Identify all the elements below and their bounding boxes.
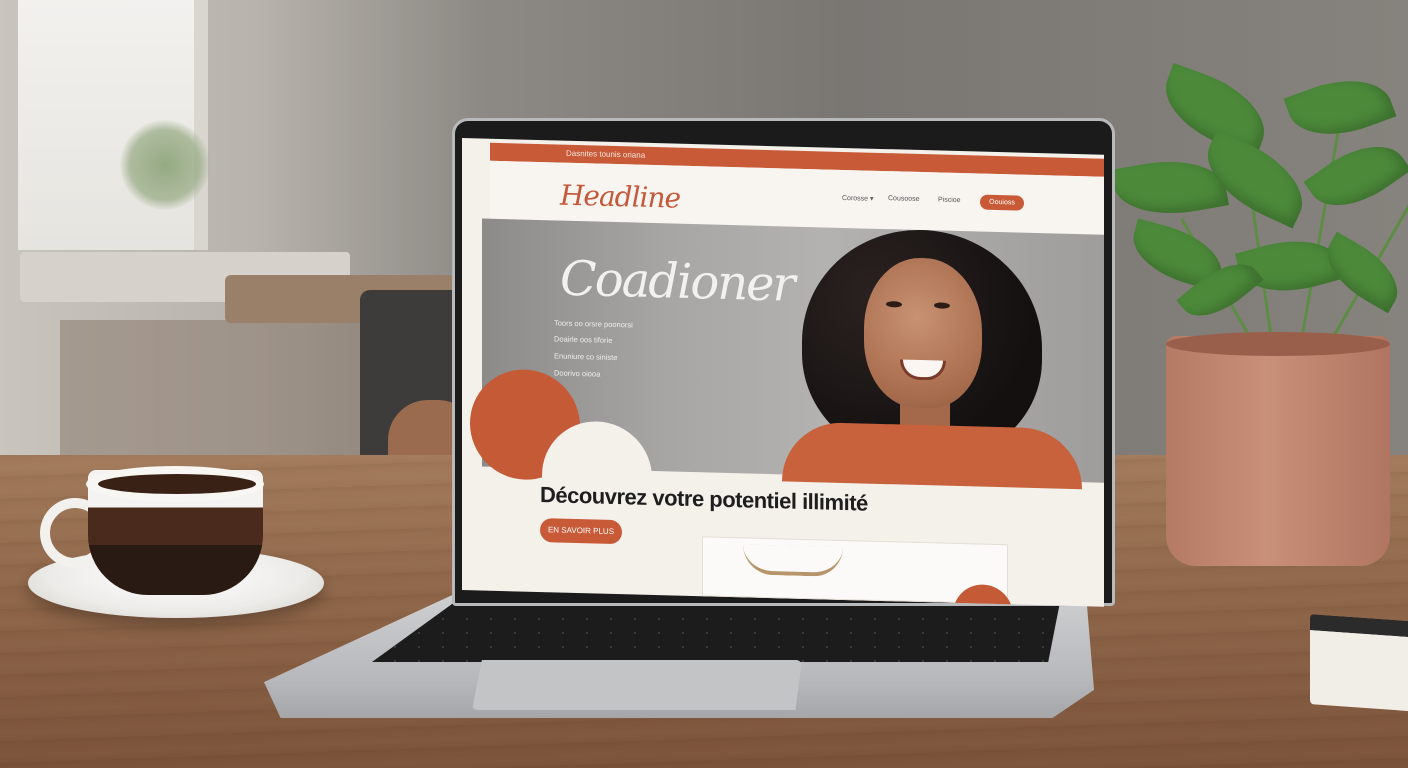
background-cabinet xyxy=(60,320,360,460)
nav-item-1[interactable]: Corosse ▾ xyxy=(842,194,874,203)
nav-item-3[interactable]: Piscioe xyxy=(938,196,961,204)
content-thumbnail[interactable] xyxy=(702,536,1013,607)
laptop-screen: Dasnites tounis oriana Headline Corosse … xyxy=(462,138,1104,607)
site-logo[interactable]: Headline xyxy=(560,179,680,215)
portrait-face xyxy=(864,256,982,410)
coach-portrait xyxy=(782,226,1082,490)
nav-cta-button[interactable]: Oouioss xyxy=(980,194,1024,211)
hero-link-4[interactable]: Doorivo oiooa xyxy=(554,368,600,378)
plant-pot-rim xyxy=(1166,332,1390,356)
learn-more-button[interactable]: EN SAVOIR PLUS xyxy=(540,518,622,545)
portrait-eye-right xyxy=(934,302,950,309)
nav-item-2[interactable]: Cousoose xyxy=(888,195,920,203)
plant-pot xyxy=(1166,336,1390,566)
hero-link-3[interactable]: Enuniure co siniste xyxy=(554,351,617,362)
laptop-trackpad[interactable] xyxy=(472,660,802,710)
background-plant xyxy=(120,120,210,210)
hero-section: Coadioner Toors oo orsre poonorsi Doairl… xyxy=(470,218,1104,533)
hero-link-1[interactable]: Toors oo orsre poonorsi xyxy=(554,318,633,329)
hero-link-2[interactable]: Doairle oos tiforie xyxy=(554,334,612,345)
coffee-surface xyxy=(98,474,256,494)
thumbnail-rope xyxy=(743,544,843,577)
book xyxy=(1310,614,1408,712)
portrait-shirt xyxy=(782,421,1082,490)
portrait-eye-left xyxy=(886,301,902,308)
hero-title: Coadioner xyxy=(560,250,794,313)
hero-white-arc xyxy=(542,420,652,533)
